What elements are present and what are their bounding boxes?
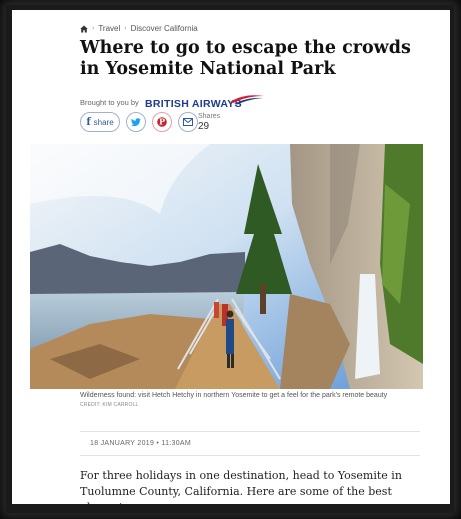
hero-image-illustration (30, 144, 423, 389)
divider (80, 455, 420, 456)
sponsor-name: BRITISH AIRWAYS (145, 98, 242, 110)
email-icon (183, 118, 193, 126)
pinterest-icon: P (157, 117, 167, 127)
share-bar: f share P (80, 112, 198, 132)
breadcrumb-travel-link[interactable]: Travel (98, 24, 120, 33)
facebook-share-button[interactable]: f share (80, 112, 120, 132)
twitter-share-button[interactable] (126, 112, 146, 132)
home-icon[interactable] (80, 25, 88, 33)
pinterest-share-button[interactable]: P (152, 112, 172, 132)
image-caption: Wilderness found: visit Hetch Hetchy in … (80, 392, 388, 399)
ba-swoosh-icon (230, 95, 264, 105)
share-count: Shares 29 (198, 112, 221, 132)
twitter-icon (131, 117, 141, 126)
facebook-share-label: share (93, 117, 114, 127)
article-page: › Travel › Discover California Where to … (12, 10, 450, 504)
email-share-button[interactable] (178, 112, 198, 132)
sponsor-logo[interactable]: BRITISH AIRWAYS (145, 93, 265, 110)
article-title: Where to go to escape the crowds in Yose… (80, 38, 411, 79)
shares-label: Shares (198, 113, 221, 120)
shares-number: 29 (198, 121, 210, 132)
sponsor-prefix: Brought to you by (80, 98, 139, 107)
svg-text:P: P (159, 117, 165, 127)
facebook-icon: f (86, 116, 91, 128)
breadcrumb: › Travel › Discover California (80, 24, 198, 33)
divider (80, 431, 420, 432)
image-credit: CREDIT: KIM CARROLL (80, 402, 139, 408)
publish-date: 18 JANUARY 2019 • 11:30AM (90, 440, 192, 447)
article-lede: For three holidays in one destination, h… (80, 469, 402, 504)
hero-image (30, 144, 423, 389)
breadcrumb-discover-california-link[interactable]: Discover California (131, 24, 198, 33)
breadcrumb-separator: › (124, 25, 127, 32)
breadcrumb-separator: › (92, 25, 95, 32)
